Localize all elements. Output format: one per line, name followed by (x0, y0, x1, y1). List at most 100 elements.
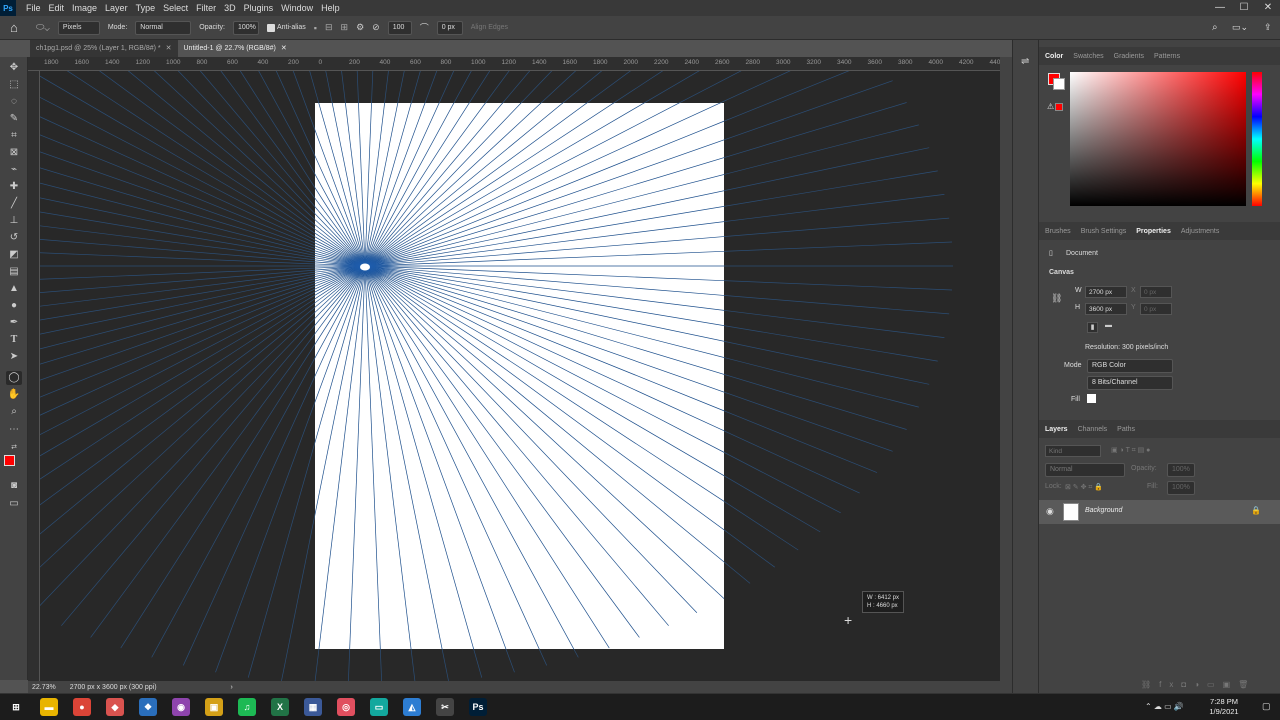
height-field[interactable] (1085, 303, 1127, 315)
path-select-icon[interactable]: ➤ (6, 350, 22, 364)
healing-brush-icon[interactable]: ✚ (6, 180, 22, 194)
layer-name[interactable]: Background (1085, 507, 1122, 514)
app-3-taskbar-icon[interactable]: ◆ (106, 698, 124, 716)
file-explorer-taskbar-icon[interactable]: ▬ (40, 698, 58, 716)
layer-fill-field[interactable]: 100% (1167, 481, 1195, 495)
menu-3d[interactable]: 3D (220, 3, 240, 13)
close-button[interactable]: ✕ (1256, 0, 1280, 16)
background-color-swatch[interactable] (1053, 78, 1065, 90)
tab-document-1[interactable]: ch1pg1.psd @ 25% (Layer 1, RGB/8#) * ✕ (30, 40, 178, 57)
eraser-tool-icon[interactable]: ◩ (6, 248, 22, 262)
spotify-taskbar-icon[interactable]: ♫ (238, 698, 256, 716)
photoshop-taskbar-icon[interactable]: Ps (469, 698, 487, 716)
path-ops-icon[interactable]: ▪ (314, 23, 317, 33)
width-field[interactable] (1085, 286, 1127, 298)
marquee-tool-icon[interactable]: ⬚ (6, 78, 22, 92)
menu-help[interactable]: Help (317, 3, 344, 13)
foreground-color-swatch[interactable] (4, 455, 15, 466)
landscape-orientation-icon[interactable]: ▬ (1103, 322, 1114, 333)
brush-tool-icon[interactable]: ╱ (6, 197, 22, 211)
radius-field[interactable]: 0 px (436, 20, 463, 35)
system-tray-icons[interactable]: ⌃ ☁ ▭ 🔊 (1145, 702, 1184, 711)
align-edges-checkbox[interactable]: Align Edges (471, 24, 508, 31)
close-icon[interactable]: ✕ (281, 40, 287, 57)
gradient-tool-icon[interactable]: ▤ (6, 265, 22, 279)
canvas-workspace[interactable]: W : 6412 px H : 4660 px + (40, 71, 1000, 681)
app-11-taskbar-icon[interactable]: ▭ (370, 698, 388, 716)
excel-taskbar-icon[interactable]: X (271, 698, 289, 716)
antialias-checkbox[interactable] (266, 23, 275, 32)
vertical-scrollbar[interactable] (1000, 57, 1012, 693)
quick-mask-icon[interactable]: ◙ (6, 479, 22, 493)
lasso-tool-icon[interactable]: ◌ (6, 95, 22, 109)
layer-filter-search[interactable] (1045, 445, 1101, 457)
frame-tool-icon[interactable]: ⊠ (6, 146, 22, 160)
hand-tool-icon[interactable]: ✋ (6, 388, 22, 402)
lock-icons[interactable]: ⊠ ✎ ✥ ⌗ 🔒 (1065, 483, 1103, 492)
history-brush-icon[interactable]: ↺ (6, 231, 22, 245)
more-tools-icon[interactable]: ⋯ (6, 423, 22, 437)
menu-image[interactable]: Image (68, 3, 101, 13)
minimize-button[interactable]: — (1208, 0, 1232, 16)
layer-filter-icons[interactable]: ▣ ◑ T ⌗ ▤ ● (1111, 446, 1150, 455)
app-4-taskbar-icon[interactable]: ❖ (139, 698, 157, 716)
clone-stamp-icon[interactable]: ⊥ (6, 214, 22, 228)
canvas-section-label[interactable]: Canvas (1049, 269, 1074, 276)
eyedropper-tool-icon[interactable]: ⌁ (6, 163, 22, 177)
start-taskbar-icon[interactable]: ⊞ (7, 698, 25, 716)
web-color-swatch[interactable] (1055, 103, 1063, 111)
menu-file[interactable]: File (22, 3, 45, 13)
link-icon[interactable]: ⛓ (1051, 293, 1062, 304)
tool-preset-icon[interactable]: ⬭⌄ (36, 22, 50, 33)
opacity-field[interactable]: 100% (232, 20, 259, 35)
app-13-taskbar-icon[interactable]: ✂ (436, 698, 454, 716)
home-icon[interactable]: ⌂ (10, 20, 18, 35)
path-arrange-icon[interactable]: ⊞ (341, 22, 349, 33)
share-icon[interactable]: ⇪ (1264, 22, 1272, 33)
bit-depth-dropdown[interactable]: 8 Bits/Channel (1087, 376, 1173, 390)
menu-select[interactable]: Select (159, 3, 192, 13)
tab-paths[interactable]: Paths (1117, 426, 1135, 433)
layer-opacity-field[interactable]: 100% (1167, 463, 1195, 477)
history-panel-icon[interactable]: ⇌ (1021, 56, 1029, 67)
fill-swatch[interactable] (1087, 394, 1096, 403)
crop-tool-icon[interactable]: ⌗ (6, 129, 22, 143)
menu-edit[interactable]: Edit (45, 3, 69, 13)
angle-icon[interactable]: ⊘ (372, 22, 380, 33)
menu-type[interactable]: Type (132, 3, 160, 13)
tab-color[interactable]: Color (1045, 53, 1063, 60)
layer-blend-dropdown[interactable]: Normal (1045, 463, 1125, 477)
app-10-taskbar-icon[interactable]: ◎ (337, 698, 355, 716)
tab-swatches[interactable]: Swatches (1073, 53, 1103, 60)
pen-tool-icon[interactable]: ✒ (6, 316, 22, 330)
tab-patterns[interactable]: Patterns (1154, 53, 1180, 60)
x-field[interactable] (1140, 286, 1172, 298)
menu-plugins[interactable]: Plugins (240, 3, 278, 13)
color-mode-dropdown[interactable]: RGB Color (1087, 359, 1173, 373)
search-icon[interactable]: ⌕ (1212, 22, 1218, 33)
type-tool-icon[interactable]: T (6, 333, 22, 347)
canvas-artwork[interactable] (40, 71, 1000, 681)
app-6-taskbar-icon[interactable]: ▣ (205, 698, 223, 716)
screen-mode-icon[interactable]: ▭ (6, 497, 22, 511)
layer-actions-bar[interactable]: ⛓fx◘◑▭▣🗑 (1141, 680, 1256, 689)
blend-mode-dropdown[interactable]: Normal (135, 20, 192, 35)
dodge-tool-icon[interactable]: ● (6, 299, 22, 313)
menu-window[interactable]: Window (277, 3, 317, 13)
path-align-icon[interactable]: ⊟ (325, 22, 333, 33)
angle-field[interactable]: 100 (387, 20, 412, 35)
tab-brushes[interactable]: Brushes (1045, 228, 1071, 235)
status-menu-icon[interactable]: › (231, 684, 233, 691)
menu-layer[interactable]: Layer (101, 3, 132, 13)
swap-colors-icon[interactable]: ⇄ (6, 441, 22, 455)
workspace-icon[interactable]: ▭⌄ (1232, 22, 1248, 33)
eye-icon[interactable]: ◉ (1046, 506, 1054, 517)
calculator-taskbar-icon[interactable]: ▦ (304, 698, 322, 716)
tab-document-2[interactable]: Untitled-1 @ 22.7% (RGB/8#) ✕ (177, 40, 293, 57)
tab-properties[interactable]: Properties (1136, 228, 1171, 235)
clock[interactable]: 7:28 PM 1/9/2021 (1200, 697, 1248, 717)
menu-filter[interactable]: Filter (192, 3, 220, 13)
tab-layers[interactable]: Layers (1045, 426, 1068, 433)
y-field[interactable] (1140, 303, 1172, 315)
document-canvas[interactable] (315, 103, 724, 649)
